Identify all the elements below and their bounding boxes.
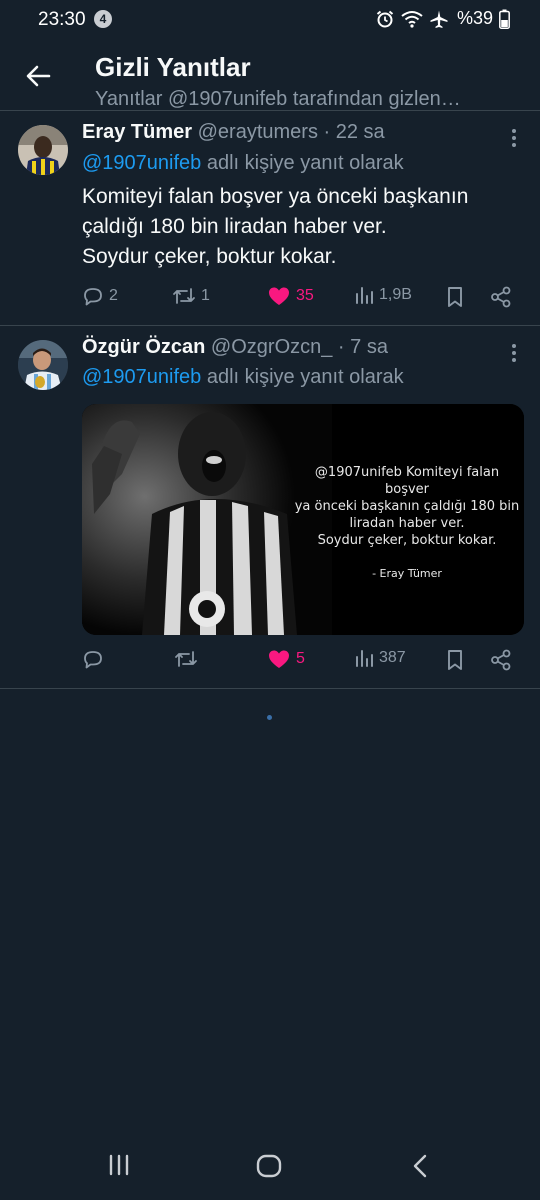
retweet-icon (173, 288, 195, 304)
analytics-icon (356, 287, 373, 304)
status-bar: 23:30 4 %39 (0, 0, 540, 40)
battery-icon (499, 9, 510, 29)
avatar-image (18, 340, 68, 390)
retweet-count: 1 (201, 287, 210, 304)
recent-apps-icon[interactable] (107, 1154, 131, 1176)
tweet-text-line: Komiteyi falan boşver ya önceki başkanın (82, 185, 469, 208)
bookmark-icon[interactable] (446, 649, 464, 671)
tweet-header: Özgür Özcan @OzgrOzcn_ · 7 sa (82, 336, 388, 359)
notification-count-badge: 4 (94, 10, 112, 28)
avatar-image (18, 125, 68, 175)
mention-link[interactable]: @1907unifeb (82, 152, 201, 174)
media-text-line: @1907unifeb Komiteyi falan boşver (314, 465, 500, 497)
alarm-icon (376, 10, 394, 27)
home-icon[interactable] (256, 1154, 282, 1178)
analytics-icon (356, 650, 373, 667)
tweet-media-image[interactable]: @1907unifeb Komiteyi falan boşver ya önc… (82, 404, 524, 635)
view-count: 1,9B (379, 286, 412, 303)
more-options-icon[interactable] (510, 127, 518, 149)
media-text-line: ya önceki başkanın çaldığı 180 bin (294, 499, 520, 514)
reply-context-text: adlı kişiye yanıt olarak (201, 152, 404, 174)
reply-button[interactable] (82, 648, 109, 670)
airplane-icon (430, 10, 448, 28)
like-button[interactable]: 5 (267, 648, 305, 670)
heart-filled-icon (269, 650, 289, 668)
like-button[interactable]: 35 (267, 285, 314, 307)
page-title: Gizli Yanıtlar (95, 52, 251, 82)
page-header: Gizli Yanıtlar Yanıtlar @1907unifeb tara… (0, 40, 540, 110)
share-icon[interactable] (490, 649, 512, 671)
battery-percentage: %39 (456, 8, 493, 28)
view-count: 387 (379, 649, 406, 666)
tweet-text-line: Soydur çeker, boktur kokar. (82, 245, 337, 268)
mention-link[interactable]: @1907unifeb (82, 366, 201, 388)
media-signature: - Eray Tümer (372, 567, 442, 580)
tweet-header: Eray Tümer @eraytumers · 22 sa (82, 121, 385, 144)
like-count: 5 (296, 650, 305, 667)
reply-icon (84, 651, 102, 669)
system-navigation-bar (0, 1128, 540, 1200)
bookmark-icon[interactable] (446, 286, 464, 308)
reply-icon (84, 288, 102, 306)
reply-context-text: adlı kişiye yanıt olarak (201, 366, 404, 388)
share-icon[interactable] (490, 286, 512, 308)
back-arrow-icon[interactable] (22, 60, 54, 92)
page-subtitle: Yanıtlar @1907unifeb tarafından gizlen… (95, 88, 461, 110)
heart-filled-icon (269, 287, 289, 305)
author-handle-time: @eraytumers · 22 sa (197, 121, 385, 143)
back-nav-icon[interactable] (410, 1154, 430, 1178)
author-name[interactable]: Eray Tümer (82, 121, 192, 143)
media-text-line: liradan haber ver. (349, 516, 465, 531)
avatar[interactable] (18, 340, 68, 390)
reply-context: @1907unifeb adlı kişiye yanıt olarak (82, 366, 404, 389)
reply-context: @1907unifeb adlı kişiye yanıt olarak (82, 152, 404, 175)
more-options-icon[interactable] (510, 342, 518, 364)
wifi-icon (401, 10, 423, 28)
author-name[interactable]: Özgür Özcan (82, 336, 205, 358)
reply-button[interactable]: 2 (82, 285, 118, 307)
tweet-text-line: çaldığı 180 bin liradan haber ver. (82, 215, 387, 238)
tweet-text: Komiteyi falan boşver ya önceki başkanın… (82, 182, 527, 272)
retweet-button[interactable]: 1 (172, 285, 210, 307)
reply-count: 2 (109, 287, 118, 304)
tweet-item[interactable]: Eray Tümer @eraytumers · 22 sa @1907unif… (0, 111, 540, 325)
status-time: 23:30 (38, 9, 86, 30)
views-button[interactable]: 1,9B (354, 285, 412, 305)
loading-indicator (267, 715, 272, 720)
author-handle-time: @OzgrOzcn_ · 7 sa (210, 336, 388, 358)
tweet-actions: 2 1 35 1,9B (82, 285, 522, 315)
retweet-icon (175, 651, 197, 667)
media-quote-text: @1907unifeb Komiteyi falan boşver ya önc… (292, 464, 522, 582)
views-button[interactable]: 387 (354, 648, 406, 668)
retweet-button[interactable] (174, 648, 203, 670)
avatar[interactable] (18, 125, 68, 175)
like-count: 35 (296, 287, 314, 304)
tweet-actions: 5 387 (82, 648, 522, 678)
status-icons: %39 (375, 8, 510, 29)
media-text-line: Soydur çeker, boktur kokar. (317, 533, 497, 548)
tweet-divider (0, 688, 540, 689)
tweet-item[interactable]: Özgür Özcan @OzgrOzcn_ · 7 sa @1907unife… (0, 326, 540, 688)
